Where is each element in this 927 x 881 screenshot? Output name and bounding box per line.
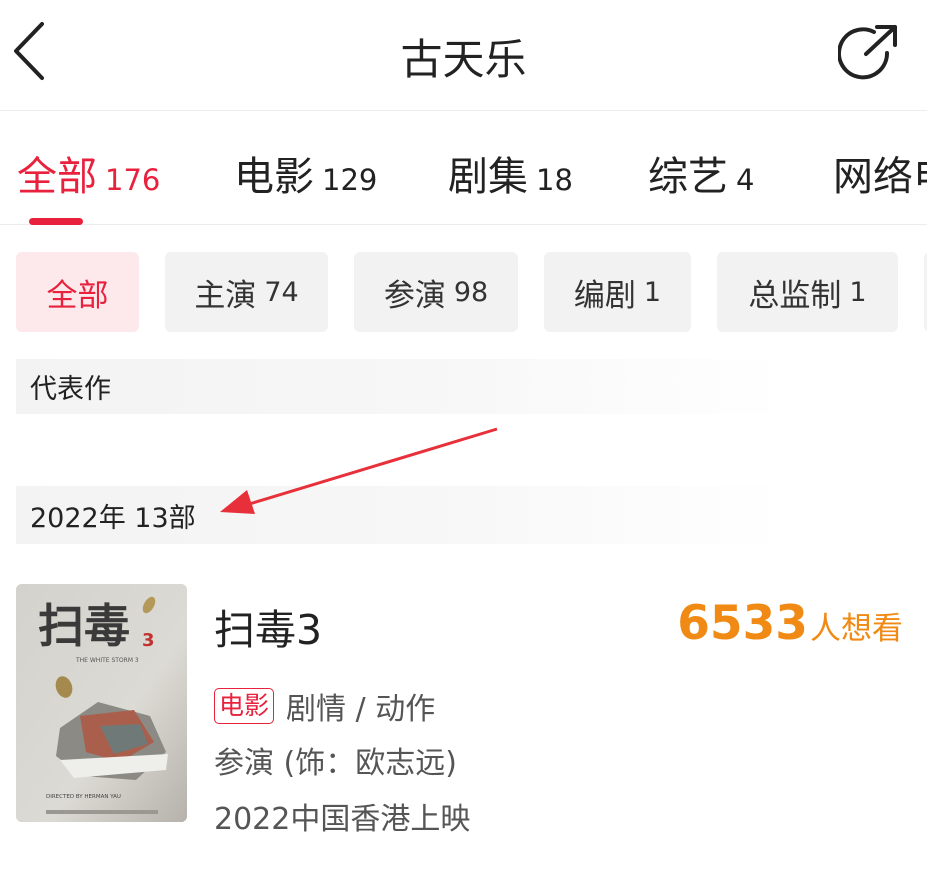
page-title: 古天乐 bbox=[400, 35, 527, 84]
year-group-title: 2022年 13部 bbox=[30, 502, 196, 534]
tab-count: 4 bbox=[736, 163, 755, 197]
top-nav-bar: 古天乐 bbox=[0, 0, 927, 111]
movie-title: 扫毒3 bbox=[214, 606, 323, 654]
movie-poster: 扫毒 3 THE WHITE STORM 3 DIRECTED BY HERMA… bbox=[16, 584, 187, 822]
chip-count: 1 bbox=[643, 276, 662, 308]
svg-text:THE WHITE STORM 3: THE WHITE STORM 3 bbox=[75, 657, 139, 664]
movie-list-item[interactable]: 扫毒 3 THE WHITE STORM 3 DIRECTED BY HERMA… bbox=[0, 584, 927, 837]
svg-text:DIRECTED BY HERMAN YAU: DIRECTED BY HERMAN YAU bbox=[46, 794, 121, 800]
chip-count: 1 bbox=[849, 276, 867, 308]
tab-label: 综艺 bbox=[648, 154, 728, 200]
movie-genre: 剧情 / 动作 bbox=[286, 692, 436, 727]
chip-count: 98 bbox=[453, 276, 489, 308]
tab-label: 网络电 bbox=[833, 154, 927, 200]
movie-role: 参演 (饰：欧志远) bbox=[214, 746, 457, 781]
svg-text:3: 3 bbox=[142, 630, 155, 651]
want-label: 人想看 bbox=[810, 611, 903, 647]
chip-count: 74 bbox=[264, 276, 299, 308]
want-to-watch-count: 6533人想看 bbox=[677, 596, 903, 651]
tab-movies[interactable]: 电影 129 bbox=[234, 144, 377, 202]
movie-meta: 电影 剧情 / 动作 bbox=[214, 684, 435, 728]
want-number: 6533 bbox=[677, 596, 808, 651]
section-title: 代表作 bbox=[30, 374, 111, 405]
active-tab-indicator bbox=[29, 218, 83, 225]
filter-chip-lead[interactable]: 主演 74 bbox=[165, 252, 328, 332]
tab-label: 电影 bbox=[234, 154, 314, 200]
share-icon bbox=[837, 25, 897, 80]
tab-label: 剧集 bbox=[448, 154, 528, 200]
tab-label: 全部 bbox=[17, 154, 97, 200]
chip-label: 总监制 bbox=[748, 277, 842, 314]
filter-chip-screenwriter[interactable]: 编剧 1 bbox=[544, 252, 691, 332]
chip-label: 全部 bbox=[46, 277, 109, 314]
filter-chip-all[interactable]: 全部 bbox=[16, 252, 139, 332]
tab-web-movies[interactable]: 网络电 bbox=[833, 144, 927, 202]
tab-count: 18 bbox=[536, 163, 573, 197]
share-button[interactable] bbox=[837, 24, 904, 84]
type-badge: 电影 bbox=[214, 688, 275, 724]
movie-release: 2022中国香港上映 bbox=[214, 802, 471, 837]
category-tabs: 全部176 电影129 剧集18 综艺4 网络电 bbox=[0, 110, 927, 225]
year-group-header: 2022年 13部 bbox=[16, 486, 927, 544]
filter-chip-chief-producer[interactable]: 总监制 1 bbox=[717, 252, 898, 332]
representative-works-header[interactable]: 代表作 bbox=[16, 359, 927, 414]
chip-label: 参演 bbox=[383, 277, 446, 314]
filter-chip-supporting[interactable]: 参演 98 bbox=[354, 252, 518, 332]
tab-variety[interactable]: 综艺 4 bbox=[648, 144, 754, 202]
tab-count: 129 bbox=[322, 163, 378, 197]
svg-text:扫毒: 扫毒 bbox=[38, 599, 130, 653]
tab-count: 176 bbox=[105, 163, 161, 197]
role-filter-chips: 全部 主演 74 参演 98 编剧 1 总监制 1 bbox=[0, 252, 927, 332]
tab-series[interactable]: 剧集 18 bbox=[448, 144, 573, 202]
tab-all[interactable]: 全部 176 bbox=[17, 144, 160, 202]
chip-label: 主演 bbox=[194, 277, 257, 314]
chip-label: 编剧 bbox=[573, 277, 636, 314]
